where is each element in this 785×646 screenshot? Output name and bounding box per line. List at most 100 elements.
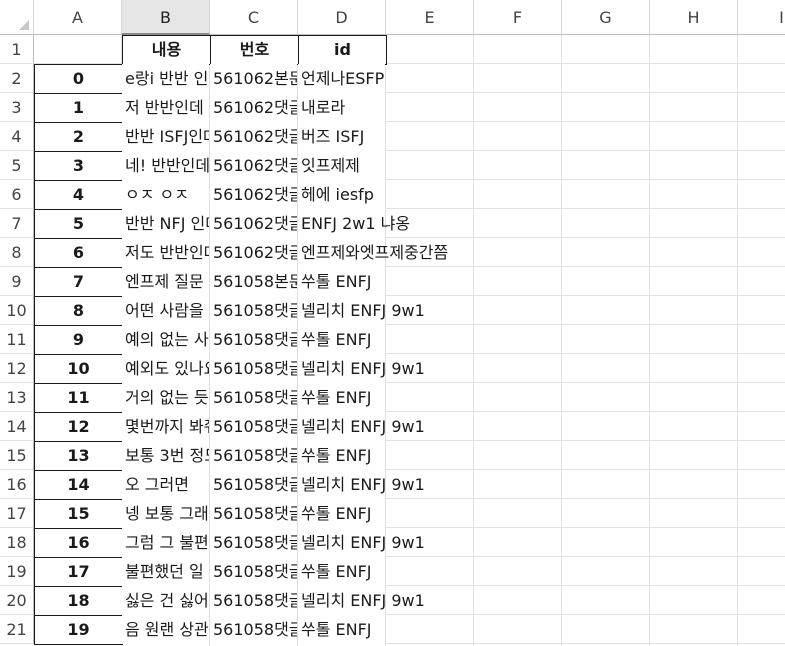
row-header-8[interactable]: 8 xyxy=(0,238,34,267)
id-cell[interactable]: 쑤톨 ENFJ xyxy=(298,267,385,296)
id-cell[interactable]: 버즈 ISFJ xyxy=(298,122,385,151)
index-cell[interactable]: 15 xyxy=(34,499,123,529)
row-header-21[interactable]: 21 xyxy=(0,615,34,644)
number-cell[interactable]: 561058댓글 xyxy=(210,470,297,499)
number-cell[interactable]: 561062댓글 xyxy=(210,209,297,238)
id-cell[interactable]: 쑤톨 ENFJ xyxy=(298,499,385,528)
row-header-5[interactable]: 5 xyxy=(0,151,34,180)
id-cell[interactable]: 넬리치 ENFJ 9w1 xyxy=(298,470,425,499)
row-header-3[interactable]: 3 xyxy=(0,93,34,122)
row-header-7[interactable]: 7 xyxy=(0,209,34,238)
index-cell[interactable]: 1 xyxy=(34,93,123,123)
index-cell[interactable]: 5 xyxy=(34,209,123,239)
row-header-19[interactable]: 19 xyxy=(0,557,34,586)
content-cell[interactable]: 네! 반반인데 xyxy=(122,151,209,180)
header-cell-c[interactable]: 번호 xyxy=(210,35,299,65)
content-cell[interactable]: 예외도 있나요 xyxy=(122,354,209,383)
column-header-i[interactable]: I xyxy=(738,0,785,35)
index-cell[interactable]: 11 xyxy=(34,383,123,413)
id-cell[interactable]: 쑤톨 ENFJ xyxy=(298,557,385,586)
content-cell[interactable]: 거의 없는 듯 xyxy=(122,383,209,412)
number-cell[interactable]: 561058본문 xyxy=(210,267,297,296)
id-cell[interactable]: ENFJ 2w1 냐옹 xyxy=(298,209,410,238)
row-header-2[interactable]: 2 xyxy=(0,64,34,93)
content-cell[interactable]: 불편했던 일 xyxy=(122,557,209,586)
index-cell[interactable]: 18 xyxy=(34,586,123,616)
index-cell[interactable]: 16 xyxy=(34,528,123,558)
content-cell[interactable]: 몇번까지 봐줘요 xyxy=(122,412,209,441)
header-cell-d[interactable]: id xyxy=(298,35,387,65)
number-cell[interactable]: 561062댓글 xyxy=(210,238,297,267)
id-cell[interactable]: 넬리치 ENFJ 9w1 xyxy=(298,528,425,557)
row-header-6[interactable]: 6 xyxy=(0,180,34,209)
number-cell[interactable]: 561058댓글 xyxy=(210,412,297,441)
content-cell[interactable]: 보통 3번 정도 xyxy=(122,441,209,470)
content-cell[interactable]: 저도 반반인데 xyxy=(122,238,209,267)
spreadsheet-grid[interactable]: ABCDEFGHI 1 2 3 4 5 6 7 8 9 10 11 12 13 14 15 16 17 18 19 2… xyxy=(0,0,785,646)
number-cell[interactable]: 561058댓글 xyxy=(210,441,297,470)
number-cell[interactable]: 561058댓글 xyxy=(210,383,297,412)
number-cell[interactable]: 561058댓글 xyxy=(210,296,297,325)
number-cell[interactable]: 561058댓글 xyxy=(210,325,297,354)
id-cell[interactable]: 넬리치 ENFJ 9w1 xyxy=(298,586,425,615)
number-cell[interactable]: 561058댓글 xyxy=(210,557,297,586)
row-header-12[interactable]: 12 xyxy=(0,354,34,383)
id-cell[interactable]: 엔프제와엣프제중간쯤 xyxy=(298,238,448,267)
row-header-18[interactable]: 18 xyxy=(0,528,34,557)
row-header-16[interactable]: 16 xyxy=(0,470,34,499)
row-header-10[interactable]: 10 xyxy=(0,296,34,325)
row-header-20[interactable]: 20 xyxy=(0,586,34,615)
row-header-4[interactable]: 4 xyxy=(0,122,34,151)
number-cell[interactable]: 561062댓글 xyxy=(210,180,297,209)
column-header-d[interactable]: D xyxy=(298,0,386,35)
row-header-1[interactable]: 1 xyxy=(0,35,34,64)
index-cell[interactable]: 8 xyxy=(34,296,123,326)
content-cell[interactable]: ㅇㅈ ㅇㅈ xyxy=(122,180,209,209)
content-cell[interactable]: 어떤 사람을 xyxy=(122,296,209,325)
number-cell[interactable]: 561062댓글 xyxy=(210,151,297,180)
index-cell[interactable]: 2 xyxy=(34,122,123,152)
number-cell[interactable]: 561058댓글 xyxy=(210,586,297,615)
content-cell[interactable]: 엔프제 질문 xyxy=(122,267,209,296)
content-cell[interactable]: e랑i 반반 인 사람 xyxy=(122,64,209,93)
index-cell[interactable]: 3 xyxy=(34,151,123,181)
row-header-15[interactable]: 15 xyxy=(0,441,34,470)
number-cell[interactable]: 561062댓글 xyxy=(210,93,297,122)
content-cell[interactable]: 음 원랜 상관 xyxy=(122,615,209,644)
index-cell[interactable]: 7 xyxy=(34,267,123,297)
index-cell[interactable]: 13 xyxy=(34,441,123,471)
id-cell[interactable]: 쑤톨 ENFJ xyxy=(298,615,385,644)
index-cell[interactable]: 0 xyxy=(34,64,123,94)
index-cell[interactable]: 4 xyxy=(34,180,123,210)
select-all-corner[interactable] xyxy=(0,0,34,35)
column-header-b[interactable]: B xyxy=(122,0,210,35)
id-cell[interactable]: 내로라 xyxy=(298,93,385,122)
content-cell[interactable]: 그럼 그 불편 xyxy=(122,528,209,557)
index-cell[interactable]: 6 xyxy=(34,238,123,268)
number-cell[interactable]: 561058댓글 xyxy=(210,499,297,528)
id-cell[interactable]: 잇프제제 xyxy=(298,151,385,180)
number-cell[interactable]: 561058댓글 xyxy=(210,615,297,644)
number-cell[interactable]: 561062본문 xyxy=(210,64,297,93)
content-cell[interactable]: 반반 NFJ 인데 xyxy=(122,209,209,238)
content-cell[interactable]: 오 그러면 xyxy=(122,470,209,499)
column-header-h[interactable]: H xyxy=(650,0,738,35)
column-header-f[interactable]: F xyxy=(474,0,562,35)
id-cell[interactable]: 넬리치 ENFJ 9w1 xyxy=(298,296,425,325)
content-cell[interactable]: 넹 보통 그래요 xyxy=(122,499,209,528)
column-header-a[interactable]: A xyxy=(34,0,122,35)
content-cell[interactable]: 저 반반인데 xyxy=(122,93,209,122)
content-cell[interactable]: 반반 ISFJ인데 xyxy=(122,122,209,151)
row-header-14[interactable]: 14 xyxy=(0,412,34,441)
row-header-13[interactable]: 13 xyxy=(0,383,34,412)
row-header-17[interactable]: 17 xyxy=(0,499,34,528)
index-cell[interactable]: 17 xyxy=(34,557,123,587)
id-cell[interactable]: 넬리치 ENFJ 9w1 xyxy=(298,412,425,441)
index-cell[interactable]: 9 xyxy=(34,325,123,355)
header-cell-b[interactable]: 내용 xyxy=(122,35,211,65)
index-cell[interactable]: 12 xyxy=(34,412,123,442)
number-cell[interactable]: 561058댓글 xyxy=(210,354,297,383)
column-header-e[interactable]: E xyxy=(386,0,474,35)
number-cell[interactable]: 561058댓글 xyxy=(210,528,297,557)
index-cell[interactable]: 10 xyxy=(34,354,123,384)
